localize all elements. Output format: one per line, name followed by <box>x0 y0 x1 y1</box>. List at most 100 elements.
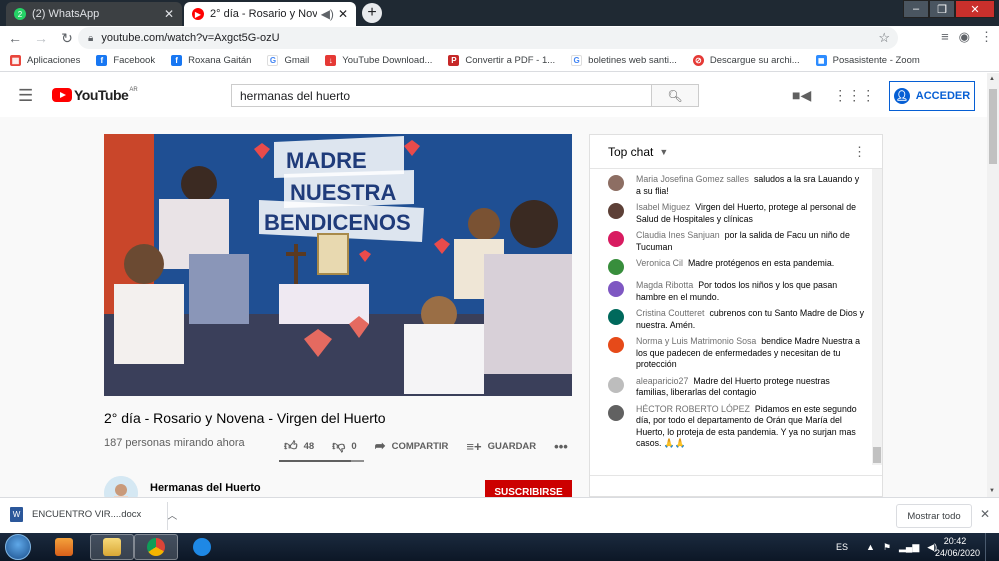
video-player[interactable]: MADRE NUESTRA BENDICENOS <box>104 134 572 396</box>
forward-icon[interactable]: → <box>30 30 52 46</box>
taskbar-explorer[interactable] <box>90 534 134 560</box>
bookmark-item[interactable]: P Convertir a PDF - 1... <box>448 55 555 66</box>
chat-author[interactable]: aleaparicio27 <box>636 376 688 386</box>
internet-explorer-icon <box>193 538 211 556</box>
bookmark-item[interactable]: f Facebook <box>96 55 155 66</box>
scroll-up-arrow-icon[interactable]: ▲ <box>989 76 995 82</box>
chat-avatar[interactable] <box>608 404 624 421</box>
tray-expand-icon[interactable]: ▲ <box>866 542 875 552</box>
close-window-button[interactable]: ✕ <box>955 0 995 18</box>
bookmark-item[interactable]: ▦ Aplicaciones <box>10 55 80 66</box>
share-button[interactable]: ➦ COMPARTIR <box>375 438 449 454</box>
chat-message-body: Isabel Miguez Virgen del Huerto, protege … <box>636 202 864 225</box>
sign-in-button[interactable]: 👤︎ ACCEDER <box>889 81 975 111</box>
start-button[interactable] <box>5 534 31 560</box>
language-indicator[interactable]: ES <box>836 542 848 552</box>
taskbar-chrome[interactable] <box>134 534 178 560</box>
show-all-downloads-button[interactable]: Mostrar todo <box>896 504 972 528</box>
speaker-icon[interactable]: ◀) <box>321 7 334 21</box>
profile-icon[interactable]: ◉ <box>959 29 970 45</box>
minimize-button[interactable]: – <box>903 0 929 18</box>
like-button[interactable]: 👍︎ 48 <box>284 438 314 454</box>
thumbs-up-icon: 👍︎ <box>284 438 298 453</box>
media-control-icon[interactable]: ≡ <box>941 29 949 45</box>
facebook-icon: f <box>96 55 108 66</box>
hamburger-menu-icon[interactable]: ☰ <box>18 86 33 106</box>
chat-message-body: aleaparicio27 Madre del Huerto protege nu… <box>636 376 864 399</box>
chat-avatar[interactable] <box>608 376 624 393</box>
chat-author[interactable]: Claudia Ines Sanjuan <box>636 230 720 240</box>
bookmark-item[interactable]: Gboletines web santi... <box>571 55 677 66</box>
tab-youtube[interactable]: ▶ 2° día - Rosario y Novena - V ◀) ✕ <box>184 2 356 26</box>
apps-grid-icon[interactable]: ⋮⋮⋮ <box>833 87 875 104</box>
search-input[interactable]: hermanas del huerto <box>231 84 652 107</box>
chat-author[interactable]: HÉCTOR ROBERTO LÓPEZ <box>636 404 750 414</box>
menu-kebab-icon[interactable]: ⋮ <box>980 29 993 45</box>
chat-avatar[interactable] <box>608 231 624 247</box>
bookmark-item[interactable]: ◼ Posasistente - Zoom <box>815 55 920 66</box>
video-actions: 👍︎ 48 👎︎ 0 ➦ COMPARTIR ≡+ GUARDAR ••• <box>284 438 592 454</box>
back-icon[interactable]: ← <box>4 30 26 46</box>
bookmark-item[interactable]: G Gmail <box>267 55 309 66</box>
network-icon[interactable]: ▂▄▆ <box>899 542 919 553</box>
bookmark-item[interactable]: ↓ YouTube Download... <box>325 55 432 66</box>
chat-avatar[interactable] <box>608 337 624 353</box>
chat-message-body: Veronica Cil Madre protégenos en esta pan… <box>636 258 834 275</box>
scroll-down-arrow-icon[interactable]: ▼ <box>989 488 995 494</box>
bookmark-star-icon[interactable]: ☆ <box>878 30 890 46</box>
create-video-icon[interactable]: ■◀ <box>792 87 811 104</box>
chat-author[interactable]: Norma y Luis Matrimonio Sosa <box>636 336 756 346</box>
chat-message: HÉCTOR ROBERTO LÓPEZ Pidamos en este segu… <box>590 404 872 450</box>
chat-author[interactable]: Cristina Coutteret <box>636 308 704 318</box>
chat-author[interactable]: Isabel Miguez <box>636 202 690 212</box>
address-bar[interactable]: 🔒︎ youtube.com/watch?v=Axgct5G-ozU ☆ <box>78 27 898 49</box>
close-shelf-icon[interactable]: ✕ <box>980 507 990 521</box>
close-icon[interactable]: ✕ <box>338 7 348 21</box>
page-scroll-thumb[interactable] <box>989 89 997 164</box>
chrome-icon <box>147 538 165 556</box>
chat-message: Isabel Miguez Virgen del Huerto, protege … <box>590 202 872 225</box>
chat-message: Veronica Cil Madre protégenos en esta pan… <box>590 258 872 275</box>
window-controls: – ❐ ✕ <box>903 0 995 18</box>
chat-mode-selector[interactable]: Top chat <box>608 145 653 159</box>
chat-avatar[interactable] <box>608 203 624 219</box>
youtube-logo[interactable]: YouTube AR <box>52 87 138 103</box>
flag-icon[interactable]: ⚑ <box>883 542 891 553</box>
chat-avatar[interactable] <box>608 259 624 275</box>
new-tab-button[interactable]: + <box>362 3 382 23</box>
maximize-button[interactable]: ❐ <box>929 0 955 18</box>
more-actions-button[interactable]: ••• <box>554 439 574 454</box>
reload-icon[interactable]: ↻ <box>56 30 78 47</box>
bookmark-item[interactable]: f Roxana Gaitán <box>171 55 251 66</box>
system-tray: ES ▲ ⚑ ▂▄▆ ◀) <box>836 533 937 561</box>
channel-name[interactable]: Hermanas del Huerto <box>150 482 261 494</box>
chat-avatar[interactable] <box>608 175 624 191</box>
bookmark-item[interactable]: ⊘ Descargue su archi... <box>692 55 800 66</box>
chat-text: Madre protégenos en esta pandemia. <box>687 258 835 268</box>
system-clock[interactable]: 20:42 24/06/2020 <box>935 535 980 559</box>
chat-avatar[interactable] <box>608 309 624 325</box>
chat-menu-icon[interactable]: ⋮ <box>853 144 866 160</box>
dislike-button[interactable]: 👎︎ 0 <box>332 438 357 454</box>
show-desktop-button[interactable] <box>985 533 999 561</box>
chevron-up-icon[interactable]: ︿ <box>167 507 177 522</box>
taskbar-media-player[interactable] <box>42 534 86 560</box>
tab-whatsapp[interactable]: 2 (2) WhatsApp ✕ <box>6 2 182 26</box>
bookmarks-bar: ▦ Aplicaciones f Facebook f Roxana Gaitán G… <box>0 50 999 72</box>
download-item[interactable]: W ENCUENTRO VIR....docx ︿ <box>10 507 177 522</box>
close-icon[interactable]: ✕ <box>164 7 174 21</box>
chat-author[interactable]: Veronica Cil <box>636 258 683 268</box>
banner-line-3: BENDICENOS <box>264 210 411 235</box>
pdf-icon: P <box>448 55 460 66</box>
chat-author[interactable]: Maria Josefina Gomez salles <box>636 174 749 184</box>
dropdown-caret-icon[interactable]: ▼ <box>659 147 668 157</box>
search-button[interactable]: 🔍︎ <box>652 84 699 107</box>
chat-author[interactable]: Magda Ribotta <box>636 280 693 290</box>
chat-scrollbar[interactable] <box>872 169 882 465</box>
chat-avatar[interactable] <box>608 281 624 297</box>
page-scrollbar[interactable]: ▲ ▼ <box>987 73 999 497</box>
save-button[interactable]: ≡+ GUARDAR <box>466 439 536 454</box>
video-title: 2° día - Rosario y Novena - Virgen del H… <box>104 410 386 426</box>
chat-scroll-thumb[interactable] <box>873 447 881 463</box>
taskbar-ie[interactable] <box>180 534 224 560</box>
